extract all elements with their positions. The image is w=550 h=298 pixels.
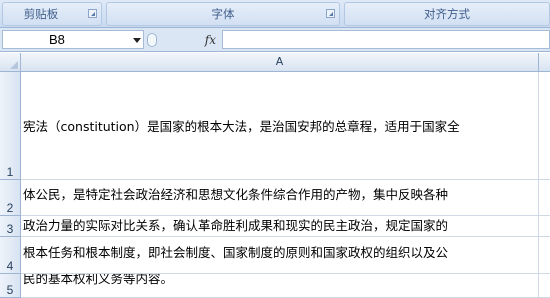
name-box[interactable]: B8 [2,30,144,49]
cell-a2[interactable]: 体公民，是特定社会政治经济和思想文化条件综合作用的产物，集中反映各种 [21,180,539,216]
row-number: 2 [6,201,14,215]
cell-b3[interactable] [539,216,550,237]
formula-bar: B8 fx [0,28,550,52]
cell-text: 政治力量的实际对比关系，确认革命胜利成果和现实的民主政治，规定国家的 [23,218,449,233]
cell-text: 民的基本权利义务等内容。 [23,274,174,286]
cell-a1[interactable]: 宪法（constitution）是国家的根本大法，是治国安邦的总章程，适用于国家… [21,72,539,180]
select-all-button[interactable] [0,53,21,72]
row-header-4[interactable]: 4 [0,237,21,274]
cell-a5[interactable]: 民的基本权利义务等内容。 [21,274,539,298]
clipboard-group-label: 剪贴板 [23,7,59,21]
formula-bar-splitter[interactable] [147,33,157,47]
cell-text: 宪法（constitution）是国家的根本大法，是治国安邦的总章程，适用于国家… [23,119,460,134]
column-header-a[interactable]: A [21,53,539,72]
column-header-b[interactable] [539,53,550,72]
ribbon-group-bar: 剪贴板 字体 对齐方式 [0,0,550,28]
row-header-2[interactable]: 2 [0,180,21,216]
font-dialog-launcher-icon[interactable] [326,9,335,18]
name-box-value: B8 [49,32,65,47]
insert-function-button[interactable]: fx [162,31,220,49]
row-header-3[interactable]: 3 [0,216,21,237]
row-number: 4 [6,259,14,273]
clipboard-group: 剪贴板 [2,2,102,26]
cell-b4[interactable] [539,237,550,274]
cell-text: 根本任务和根本制度，即社会制度、国家制度的原则和国家政权的组织以及公 [23,245,449,260]
row-number: 5 [6,283,14,297]
cell-a3[interactable]: 政治力量的实际对比关系，确认革命胜利成果和现实的民主政治，规定国家的 [21,216,539,237]
alignment-group-label: 对齐方式 [424,7,470,21]
clipboard-dialog-launcher-icon[interactable] [88,9,97,18]
fx-icon: fx [204,33,216,47]
formula-input[interactable] [222,30,550,49]
row-number: 1 [6,165,14,179]
column-header-label: A [275,55,284,68]
cell-b5[interactable] [539,274,550,298]
cell-text: 体公民，是特定社会政治经济和思想文化条件综合作用的产物，集中反映各种 [23,187,449,202]
cell-b1[interactable] [539,72,550,180]
row-number: 3 [6,222,14,236]
font-group-label: 字体 [211,7,235,21]
font-group: 字体 [106,2,340,26]
row-header-5[interactable]: 5 [0,274,21,298]
chevron-down-icon[interactable] [133,38,141,43]
cell-b2[interactable] [539,180,550,216]
row-header-1[interactable]: 1 [0,72,21,180]
cell-a4[interactable]: 根本任务和根本制度，即社会制度、国家制度的原则和国家政权的组织以及公 [21,237,539,274]
alignment-group: 对齐方式 [344,2,550,26]
